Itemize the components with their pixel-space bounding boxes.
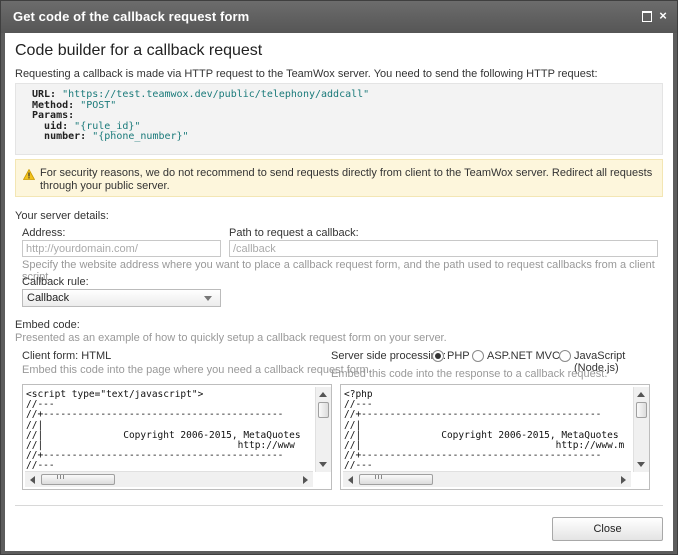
close-button[interactable]: Close bbox=[552, 517, 663, 541]
dialog-titlebar[interactable]: Get code of the callback request form × bbox=[1, 1, 677, 33]
server-code-editor[interactable]: <?php //--- //+-------------------------… bbox=[340, 384, 650, 490]
scroll-left-icon[interactable] bbox=[348, 476, 353, 484]
method-key: Method: bbox=[32, 99, 75, 111]
grip-icon bbox=[375, 475, 384, 479]
radio-aspnet-mvc-label[interactable]: ASP.NET MVC bbox=[487, 350, 560, 362]
scroll-thumb[interactable] bbox=[636, 402, 647, 418]
address-input[interactable]: http://yourdomain.com/ bbox=[22, 240, 221, 257]
scroll-down-icon[interactable] bbox=[319, 462, 327, 467]
callback-rule-value: Callback bbox=[27, 292, 70, 304]
radio-php-label[interactable]: PHP bbox=[447, 350, 470, 362]
scroll-thumb[interactable] bbox=[359, 474, 433, 485]
dialog-body: Code builder for a callback request Requ… bbox=[5, 33, 673, 551]
server-code-text[interactable]: <?php //--- //+-------------------------… bbox=[344, 390, 631, 472]
url-row: URL: "https://test.teamwox.dev/public/te… bbox=[32, 89, 662, 101]
scroll-right-icon[interactable] bbox=[303, 476, 308, 484]
page-title: Code builder for a callback request bbox=[15, 42, 263, 59]
intro-text: Requesting a callback is made via HTTP r… bbox=[15, 68, 598, 80]
scroll-up-icon[interactable] bbox=[637, 392, 645, 397]
number-row: number: "{phone_number}" bbox=[32, 132, 662, 143]
scroll-right-icon[interactable] bbox=[621, 476, 626, 484]
server-processing-label: Server side processing: bbox=[331, 350, 446, 362]
scroll-left-icon[interactable] bbox=[30, 476, 35, 484]
address-label: Address: bbox=[22, 227, 66, 239]
dialog-title: Get code of the callback request form bbox=[13, 9, 250, 24]
radio-nodejs[interactable] bbox=[559, 350, 571, 362]
server-code-horizontal-scrollbar[interactable] bbox=[343, 471, 631, 487]
uid-value: "{rule_id}" bbox=[74, 120, 141, 132]
method-row: Method: "POST" bbox=[32, 99, 662, 112]
server-details-label: Your server details: bbox=[15, 210, 109, 222]
path-label: Path to request a callback: bbox=[229, 227, 359, 239]
uid-key: uid: bbox=[44, 120, 69, 132]
scroll-thumb[interactable] bbox=[318, 402, 329, 418]
number-key: number: bbox=[44, 131, 87, 143]
server-code-hint: Embed this code into the response to a c… bbox=[331, 368, 608, 380]
client-code-horizontal-scrollbar[interactable] bbox=[25, 471, 313, 487]
number-value: "{phone_number}" bbox=[92, 131, 189, 143]
maximize-icon[interactable] bbox=[641, 10, 653, 22]
client-code-editor[interactable]: <script type="text/javascript"> //--- //… bbox=[22, 384, 332, 490]
warning-text: For security reasons, we do not recommen… bbox=[40, 167, 653, 192]
callback-rule-label: Callback rule: bbox=[22, 276, 89, 288]
close-icon[interactable]: × bbox=[657, 9, 669, 22]
client-hint: Embed this code into the page where you … bbox=[22, 364, 372, 376]
scroll-thumb[interactable] bbox=[41, 474, 115, 485]
radio-php[interactable] bbox=[432, 350, 444, 362]
scroll-up-icon[interactable] bbox=[319, 392, 327, 397]
client-form-label: Client form: HTML bbox=[22, 350, 112, 362]
warning-icon bbox=[23, 169, 35, 180]
server-code-vertical-scrollbar[interactable] bbox=[633, 387, 649, 472]
method-value: "POST" bbox=[80, 99, 117, 111]
callback-code-dialog: Get code of the callback request form × … bbox=[0, 0, 678, 555]
grip-icon bbox=[57, 475, 66, 479]
radio-aspnet-mvc[interactable] bbox=[472, 350, 484, 362]
url-value: "https://test.teamwox.dev/public/telepho… bbox=[62, 89, 370, 100]
chevron-down-icon bbox=[200, 293, 216, 304]
security-warning: For security reasons, we do not recommen… bbox=[15, 159, 663, 197]
embed-code-label: Embed code: bbox=[15, 319, 80, 331]
client-code-text[interactable]: <script type="text/javascript"> //--- //… bbox=[26, 390, 313, 472]
callback-rule-select[interactable]: Callback bbox=[22, 289, 221, 307]
http-request-code-block: URL: "https://test.teamwox.dev/public/te… bbox=[15, 83, 663, 155]
embed-hint: Presented as an example of how to quickl… bbox=[15, 332, 447, 344]
scroll-down-icon[interactable] bbox=[637, 462, 645, 467]
params-key: Params: bbox=[32, 110, 75, 122]
footer-divider bbox=[15, 505, 663, 506]
path-input[interactable]: /callback bbox=[229, 240, 658, 257]
server-hint: Specify the website address where you wa… bbox=[22, 259, 655, 283]
url-key: URL: bbox=[32, 89, 57, 100]
client-code-vertical-scrollbar[interactable] bbox=[315, 387, 331, 472]
